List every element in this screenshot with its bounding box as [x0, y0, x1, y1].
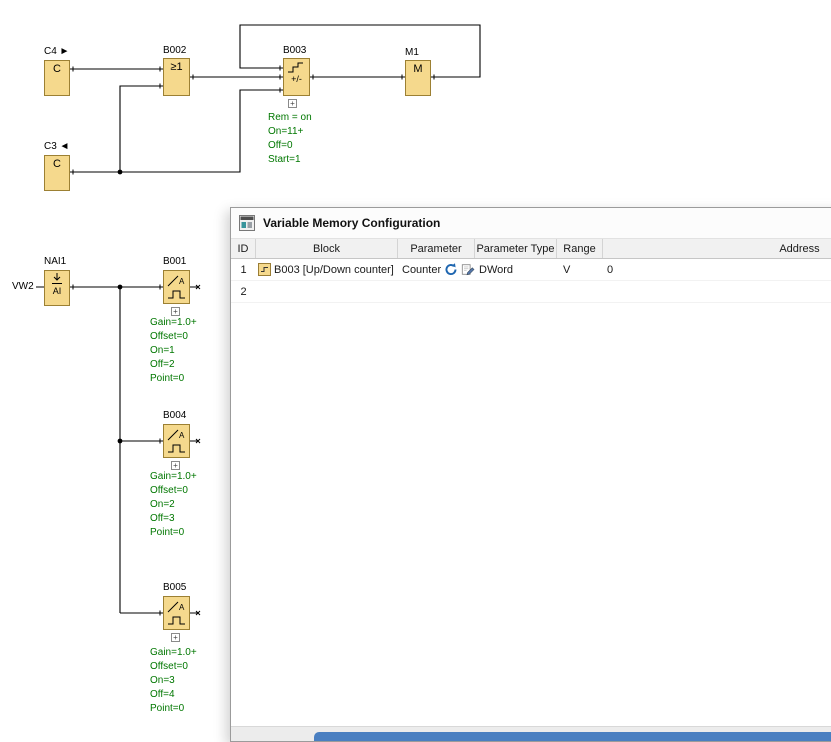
cell-address — [603, 281, 831, 302]
expand-icon[interactable]: + — [171, 461, 180, 470]
cell-range — [557, 281, 603, 302]
column-header-parameter: Parameter — [398, 239, 475, 258]
variable-memory-dialog: Variable Memory Configuration ID Block P… — [230, 207, 831, 742]
analog-a-letter: A — [179, 277, 185, 286]
block-nai1-label: NAI1 — [44, 256, 66, 267]
param-line: Offset=0 — [150, 484, 197, 498]
pin-label-vw2: VW2 — [12, 281, 34, 292]
block-b005-analog-threshold[interactable]: A — [163, 596, 190, 630]
expand-icon[interactable]: + — [288, 99, 297, 108]
cell-block: B003 [Up/Down counter] — [256, 259, 398, 280]
param-line: Point=0 — [150, 372, 197, 386]
block-b004-label: B004 — [163, 410, 186, 421]
cell-block-text: B003 [Up/Down counter] — [274, 264, 394, 276]
expand-icon[interactable]: + — [171, 633, 180, 642]
column-header-range: Range — [557, 239, 603, 258]
cell-range: V — [557, 259, 603, 280]
block-b001-label: B001 — [163, 256, 186, 267]
dialog-app-icon — [239, 215, 255, 231]
column-header-address: Address — [603, 239, 831, 258]
block-c3[interactable]: C — [44, 155, 70, 191]
block-b001-params: Gain=1.0+ Offset=0 On=1 Off=2 Point=0 — [150, 316, 197, 386]
input-arrow-symbol — [49, 273, 65, 286]
flag-symbol: M — [413, 63, 422, 76]
block-b005-label: B005 — [163, 582, 186, 593]
table-row[interactable]: 1 B003 [Up/Down counter] Counter — [231, 259, 831, 281]
fbd-editor-canvas: C4 ► C B002 ≥1 B003 +/- + Rem = on On=11… — [0, 0, 831, 742]
param-line: Point=0 — [150, 702, 197, 716]
column-header-id: ID — [231, 239, 256, 258]
block-c4-label: C4 ► — [44, 46, 69, 57]
analog-threshold-symbol: A — [165, 273, 188, 302]
param-line: Start=1 — [268, 153, 312, 167]
param-line: Gain=1.0+ — [150, 646, 197, 660]
block-c4[interactable]: C — [44, 60, 70, 96]
analog-a-letter: A — [179, 431, 185, 440]
block-m1-flag[interactable]: M — [405, 60, 431, 96]
block-b003-params: Rem = on On=11+ Off=0 Start=1 — [268, 111, 312, 167]
expand-icon[interactable]: + — [171, 307, 180, 316]
block-b002-or[interactable]: ≥1 — [163, 58, 190, 96]
cell-parameter: Counter — [398, 259, 475, 280]
cell-parameter — [398, 281, 475, 302]
param-line: On=2 — [150, 498, 197, 512]
param-line: On=3 — [150, 674, 197, 688]
block-mini-icon — [258, 263, 271, 276]
cell-param-type — [475, 281, 557, 302]
block-m1-label: M1 — [405, 47, 419, 58]
table-row[interactable]: 2 — [231, 281, 831, 303]
analog-a-letter: A — [179, 603, 185, 612]
param-line: Rem = on — [268, 111, 312, 125]
refresh-icon[interactable] — [444, 262, 458, 277]
param-line: Offset=0 — [150, 660, 197, 674]
block-b004-params: Gain=1.0+ Offset=0 On=2 Off=3 Point=0 — [150, 470, 197, 540]
block-c3-label: C3 ◄ — [44, 141, 69, 152]
column-header-block: Block — [256, 239, 398, 258]
block-b002-label: B002 — [163, 45, 186, 56]
block-nai1-analog-input[interactable]: AI — [44, 270, 70, 306]
dialog-bottom-bar — [231, 726, 831, 741]
block-b001-analog-threshold[interactable]: A — [163, 270, 190, 304]
cursor-key-symbol: C — [53, 63, 61, 76]
param-line: Offset=0 — [150, 330, 197, 344]
table-header: ID Block Parameter Parameter Type Range … — [231, 239, 831, 259]
staircase-symbol — [286, 61, 307, 74]
cell-parameter-text: Counter — [402, 264, 441, 276]
analog-threshold-symbol: A — [165, 599, 188, 628]
param-line: Gain=1.0+ — [150, 470, 197, 484]
block-b003-label: B003 — [283, 45, 306, 56]
cell-block — [256, 281, 398, 302]
dialog-titlebar[interactable]: Variable Memory Configuration — [231, 208, 831, 239]
block-b004-analog-threshold[interactable]: A — [163, 424, 190, 458]
cell-address[interactable]: 0 — [603, 259, 831, 280]
analog-threshold-symbol: A — [165, 427, 188, 456]
cell-param-type: DWord — [475, 259, 557, 280]
cursor-key-symbol: C — [53, 158, 61, 171]
param-line: Off=3 — [150, 512, 197, 526]
or-gate-symbol: ≥1 — [170, 61, 182, 74]
param-line: Off=2 — [150, 358, 197, 372]
block-b003-updown-counter[interactable]: +/- — [283, 58, 310, 96]
column-header-param-type: Parameter Type — [475, 239, 557, 258]
cell-id: 2 — [231, 281, 256, 302]
param-line: Gain=1.0+ — [150, 316, 197, 330]
param-line: Off=4 — [150, 688, 197, 702]
updown-symbol: +/- — [291, 74, 302, 84]
horizontal-scrollbar-thumb[interactable] — [314, 732, 831, 741]
param-line: Point=0 — [150, 526, 197, 540]
ai-symbol: AI — [53, 286, 62, 296]
cell-id: 1 — [231, 259, 256, 280]
param-line: On=1 — [150, 344, 197, 358]
edit-icon[interactable] — [461, 262, 475, 277]
param-line: On=11+ — [268, 125, 312, 139]
dialog-title: Variable Memory Configuration — [263, 216, 440, 230]
block-b005-params: Gain=1.0+ Offset=0 On=3 Off=4 Point=0 — [150, 646, 197, 716]
param-line: Off=0 — [268, 139, 312, 153]
